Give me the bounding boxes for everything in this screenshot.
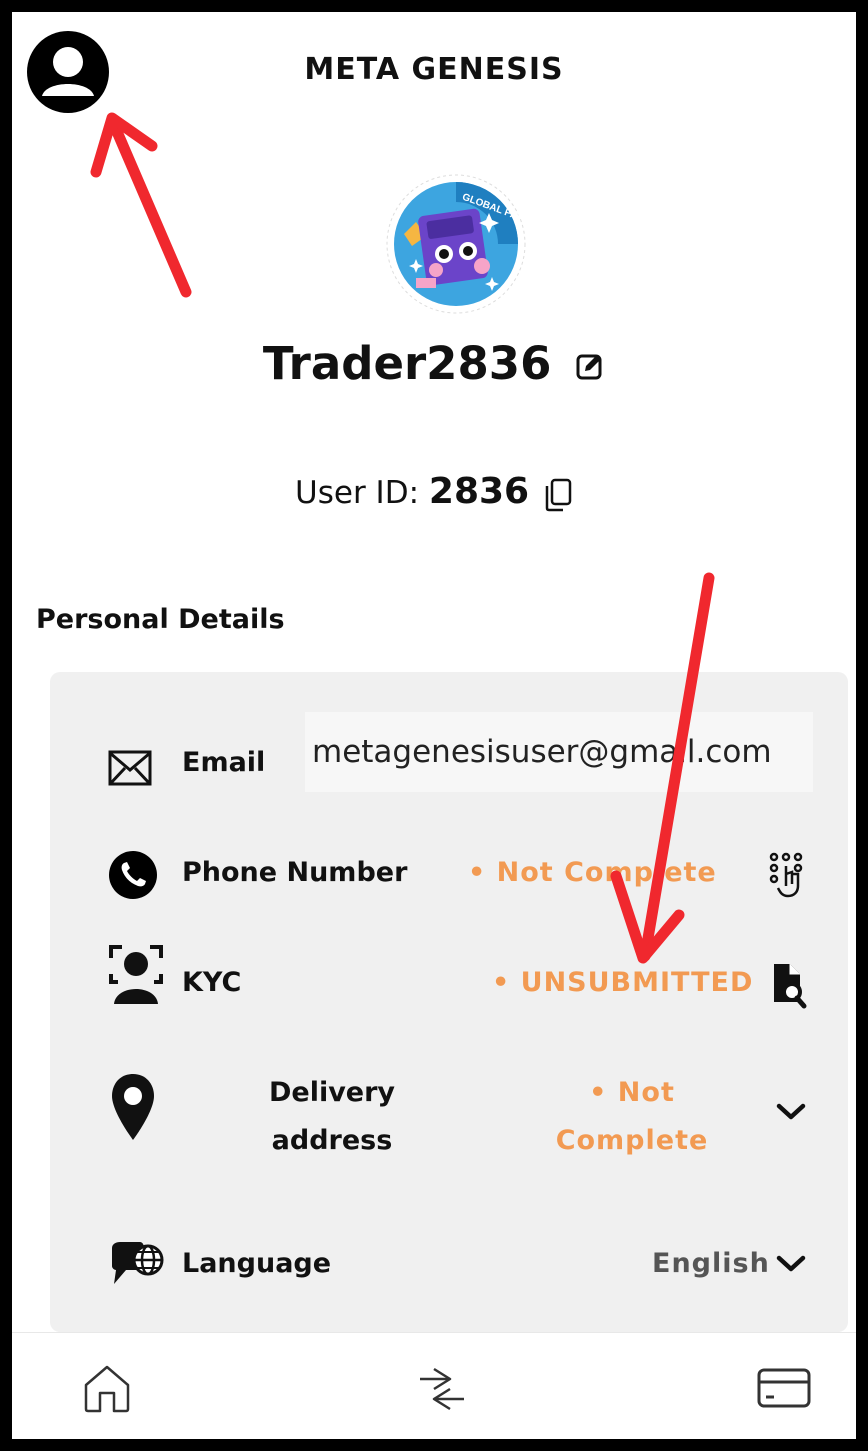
arrow-to-avatar <box>106 114 192 298</box>
language-value[interactable]: English <box>652 1248 770 1279</box>
profile-screen: META GENESIS GLOBAL PAYMENT Trader2836 U… <box>12 12 856 1439</box>
phone-status: • Not Complete <box>468 857 717 888</box>
globe-chat-icon <box>112 1242 164 1284</box>
kyc-status: • UNSUBMITTED <box>492 967 754 998</box>
app-title: META GENESIS <box>304 52 564 87</box>
username-row: Trader2836 <box>12 334 856 394</box>
user-id-label: User ID: <box>295 475 420 511</box>
bottom-nav <box>12 1332 856 1439</box>
language-chevron-down-icon[interactable] <box>776 1254 806 1274</box>
arrow-head-avatar <box>90 112 158 178</box>
home-icon[interactable] <box>82 1363 132 1415</box>
username: Trader2836 <box>262 337 552 390</box>
kyc-label: KYC <box>182 967 242 998</box>
delivery-status-line1: • Not <box>589 1077 675 1108</box>
delivery-address-label: Delivery address <box>252 1069 412 1165</box>
delivery-status: • Not Complete <box>542 1069 722 1165</box>
face-scan-icon <box>109 945 163 1004</box>
document-search-icon[interactable] <box>770 960 810 1010</box>
profile-avatar-badge[interactable]: GLOBAL PAYMENT <box>386 174 526 314</box>
personal-details-title: Personal Details <box>36 604 285 635</box>
edit-icon[interactable] <box>575 352 605 382</box>
chevron-down-icon[interactable] <box>776 1102 806 1122</box>
swap-arrows-icon[interactable] <box>416 1367 468 1411</box>
user-id-row: User ID: 2836 <box>12 467 856 518</box>
language-label: Language <box>182 1248 332 1279</box>
delivery-label-line1: Delivery <box>268 1077 396 1108</box>
card-icon[interactable] <box>756 1367 812 1409</box>
phone-icon <box>109 851 157 899</box>
copy-icon[interactable] <box>543 478 573 512</box>
email-value: metagenesisuser@gmail.com <box>312 734 772 770</box>
keypad-hand-icon[interactable] <box>766 850 810 900</box>
user-id-value: 2836 <box>428 471 530 512</box>
envelope-icon <box>108 750 152 786</box>
delivery-status-line2: Complete <box>555 1125 709 1156</box>
location-pin-icon <box>112 1074 154 1140</box>
email-label: Email <box>182 747 266 778</box>
phone-number-label: Phone Number <box>182 857 408 888</box>
delivery-label-line2: address <box>271 1125 393 1156</box>
